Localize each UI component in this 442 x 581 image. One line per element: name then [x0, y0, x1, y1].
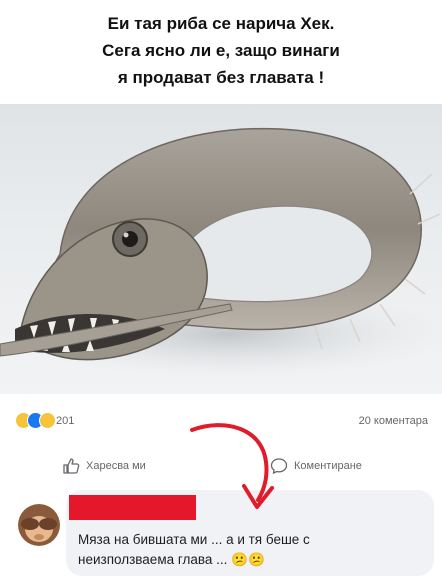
- wow-icon: [39, 412, 56, 429]
- caption-line-2: Сега ясно ли е, защо винаги: [102, 41, 340, 60]
- like-label: Харесва ми: [86, 460, 146, 472]
- caption-line-1: Еи тая риба се нарича Хек.: [107, 14, 335, 33]
- avatar[interactable]: [18, 504, 60, 546]
- post-actions: Харесва ми Коментиране: [0, 446, 442, 482]
- speech-bubble-icon: [270, 458, 288, 475]
- comment-button[interactable]: Коментиране: [270, 456, 362, 476]
- reaction-count[interactable]: 201: [56, 415, 74, 427]
- comment-item: Мяза на бившата ми ... а и тя беше с неи…: [0, 490, 442, 581]
- comment-line-1: Мяза на бившата ми ... а и тя беше с: [78, 532, 310, 547]
- comment-text: Мяза на бившата ми ... а и тя беше с неи…: [78, 530, 408, 570]
- thumbs-up-icon: [63, 458, 80, 474]
- caption-line-3: я продават без главата !: [117, 68, 325, 87]
- like-button[interactable]: Харесва ми: [62, 456, 146, 476]
- post-stats: 201 20 коментара: [0, 404, 442, 434]
- comment-label: Коментиране: [294, 460, 362, 472]
- meme-caption: Еи тая риба се нарича Хек. Сега ясно ли …: [0, 0, 442, 104]
- comment-count[interactable]: 20 коментара: [359, 415, 428, 427]
- see-no-evil-monkey-icon: [18, 504, 60, 546]
- comment-line-2: неизползваема глава ... 😕😕: [78, 552, 265, 567]
- redacted-author-name: [69, 495, 196, 520]
- hake-fish-illustration: [0, 127, 442, 379]
- fish-photo: [0, 104, 442, 394]
